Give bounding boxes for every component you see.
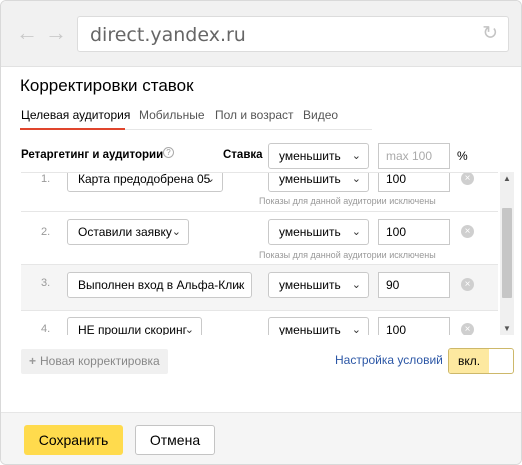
chevron-down-icon: ⌄ <box>351 279 361 291</box>
action-value: уменьшить <box>279 278 341 292</box>
toggle-on-label: вкл. <box>449 349 489 373</box>
scroll-down-icon[interactable]: ▼ <box>503 324 511 333</box>
action-select[interactable]: уменьшить ⌄ <box>268 317 369 335</box>
scroll-thumb[interactable] <box>502 208 512 298</box>
table-row: 2. Оставили заявку ⌄ уменьшить ⌄ 100 × П… <box>21 213 498 265</box>
delete-icon[interactable]: × <box>461 173 474 185</box>
url-text: direct.yandex.ru <box>90 24 246 46</box>
active-tab-underline <box>20 128 125 130</box>
bulk-action-select[interactable]: уменьшить ⌄ <box>268 143 369 169</box>
percent-sign: % <box>457 149 468 163</box>
help-icon[interactable]: ? <box>163 147 174 158</box>
scroll-up-icon[interactable]: ▲ <box>503 174 511 183</box>
table-row: 4. НЕ прошли скоринг ⌄ уменьшить ⌄ 100 × <box>21 311 498 335</box>
percent-input[interactable]: 100 <box>378 173 450 192</box>
audience-value: Карта предодобрена 05 <box>78 172 211 186</box>
percent-input[interactable]: 100 <box>378 219 450 245</box>
audience-value: Оставили заявку <box>78 225 172 239</box>
cancel-button[interactable]: Отмена <box>135 425 215 455</box>
action-select[interactable]: уменьшить ⌄ <box>268 172 369 192</box>
new-adjustment-label: Новая корректировка <box>40 354 160 368</box>
tab-target-audience[interactable]: Целевая аудитория <box>21 108 130 122</box>
audience-value: Выполнен вход в Альфа-Клик <box>78 278 245 292</box>
action-value: уменьшить <box>279 225 341 239</box>
action-select[interactable]: уменьшить ⌄ <box>268 219 369 245</box>
row-number: 4. <box>41 323 51 335</box>
chevron-down-icon: ⌄ <box>184 324 194 335</box>
delete-icon[interactable]: × <box>461 323 474 335</box>
percent-input[interactable]: 90 <box>378 272 450 298</box>
audience-select[interactable]: Карта предодобрена 05 ⌄ <box>67 172 223 192</box>
browser-window: ← → direct.yandex.ru ↻ Корректировки ста… <box>0 0 522 465</box>
table-row: 3. Выполнен вход в Альфа-Клик ⌄ уменьшит… <box>21 265 498 311</box>
audience-select[interactable]: Выполнен вход в Альфа-Клик ⌄ <box>67 272 252 298</box>
browser-toolbar: ← → direct.yandex.ru ↻ <box>1 1 521 67</box>
action-value: уменьшить <box>279 323 341 335</box>
dialog-footer: Сохранить Отмена <box>1 412 521 464</box>
condition-settings-link[interactable]: Настройка условий <box>335 353 443 367</box>
list-scrollbar[interactable]: ▲ ▼ <box>500 172 514 335</box>
reload-icon[interactable]: ↻ <box>482 22 498 45</box>
row-number: 2. <box>41 226 51 238</box>
audience-select[interactable]: НЕ прошли скоринг ⌄ <box>67 317 202 335</box>
tab-gender-age[interactable]: Пол и возраст <box>215 108 294 122</box>
plus-icon: + <box>29 354 37 368</box>
chevron-down-icon: ⌄ <box>171 226 181 238</box>
dialog-title: Корректировки ставок <box>20 76 194 95</box>
audience-value: НЕ прошли скоринг <box>78 323 187 335</box>
chevron-down-icon: ⌄ <box>205 173 215 185</box>
excluded-note: Показы для данной аудитории исключены <box>259 250 436 260</box>
chevron-down-icon: ⌄ <box>351 173 361 185</box>
forward-arrow-icon[interactable]: → <box>45 22 67 44</box>
enable-toggle[interactable]: вкл. <box>448 348 514 374</box>
bulk-action-value: уменьшить <box>279 149 341 163</box>
chevron-down-icon: ⌄ <box>351 150 361 162</box>
percent-input[interactable]: 100 <box>378 317 450 335</box>
address-bar[interactable]: direct.yandex.ru ↻ <box>77 16 509 52</box>
new-adjustment-button[interactable]: + Новая корректировка <box>21 349 168 374</box>
row-number: 3. <box>41 277 51 289</box>
action-value: уменьшить <box>279 172 341 186</box>
tab-bar: Целевая аудитория Мобильные Пол и возрас… <box>20 106 372 130</box>
tab-video[interactable]: Видео <box>303 108 338 122</box>
delete-icon[interactable]: × <box>461 225 474 238</box>
chevron-down-icon: ⌄ <box>234 279 244 291</box>
adjustment-list: 1. Карта предодобрена 05 ⌄ уменьшить ⌄ 1… <box>21 172 498 335</box>
action-select[interactable]: уменьшить ⌄ <box>268 272 369 298</box>
save-button[interactable]: Сохранить <box>24 425 123 455</box>
row-number: 1. <box>41 173 51 185</box>
table-row: 1. Карта предодобрена 05 ⌄ уменьшить ⌄ 1… <box>21 172 498 212</box>
bulk-percent-input[interactable]: max 100 <box>378 143 450 169</box>
bid-label: Ставка <box>223 149 263 161</box>
excluded-note: Показы для данной аудитории исключены <box>259 196 436 206</box>
chevron-down-icon: ⌄ <box>351 324 361 335</box>
chevron-down-icon: ⌄ <box>351 226 361 238</box>
delete-icon[interactable]: × <box>461 278 474 291</box>
back-arrow-icon[interactable]: ← <box>16 22 38 44</box>
tab-mobile[interactable]: Мобильные <box>139 108 205 122</box>
audience-select[interactable]: Оставили заявку ⌄ <box>67 219 189 245</box>
retargeting-label: Ретаргетинг и аудитории <box>21 149 164 161</box>
